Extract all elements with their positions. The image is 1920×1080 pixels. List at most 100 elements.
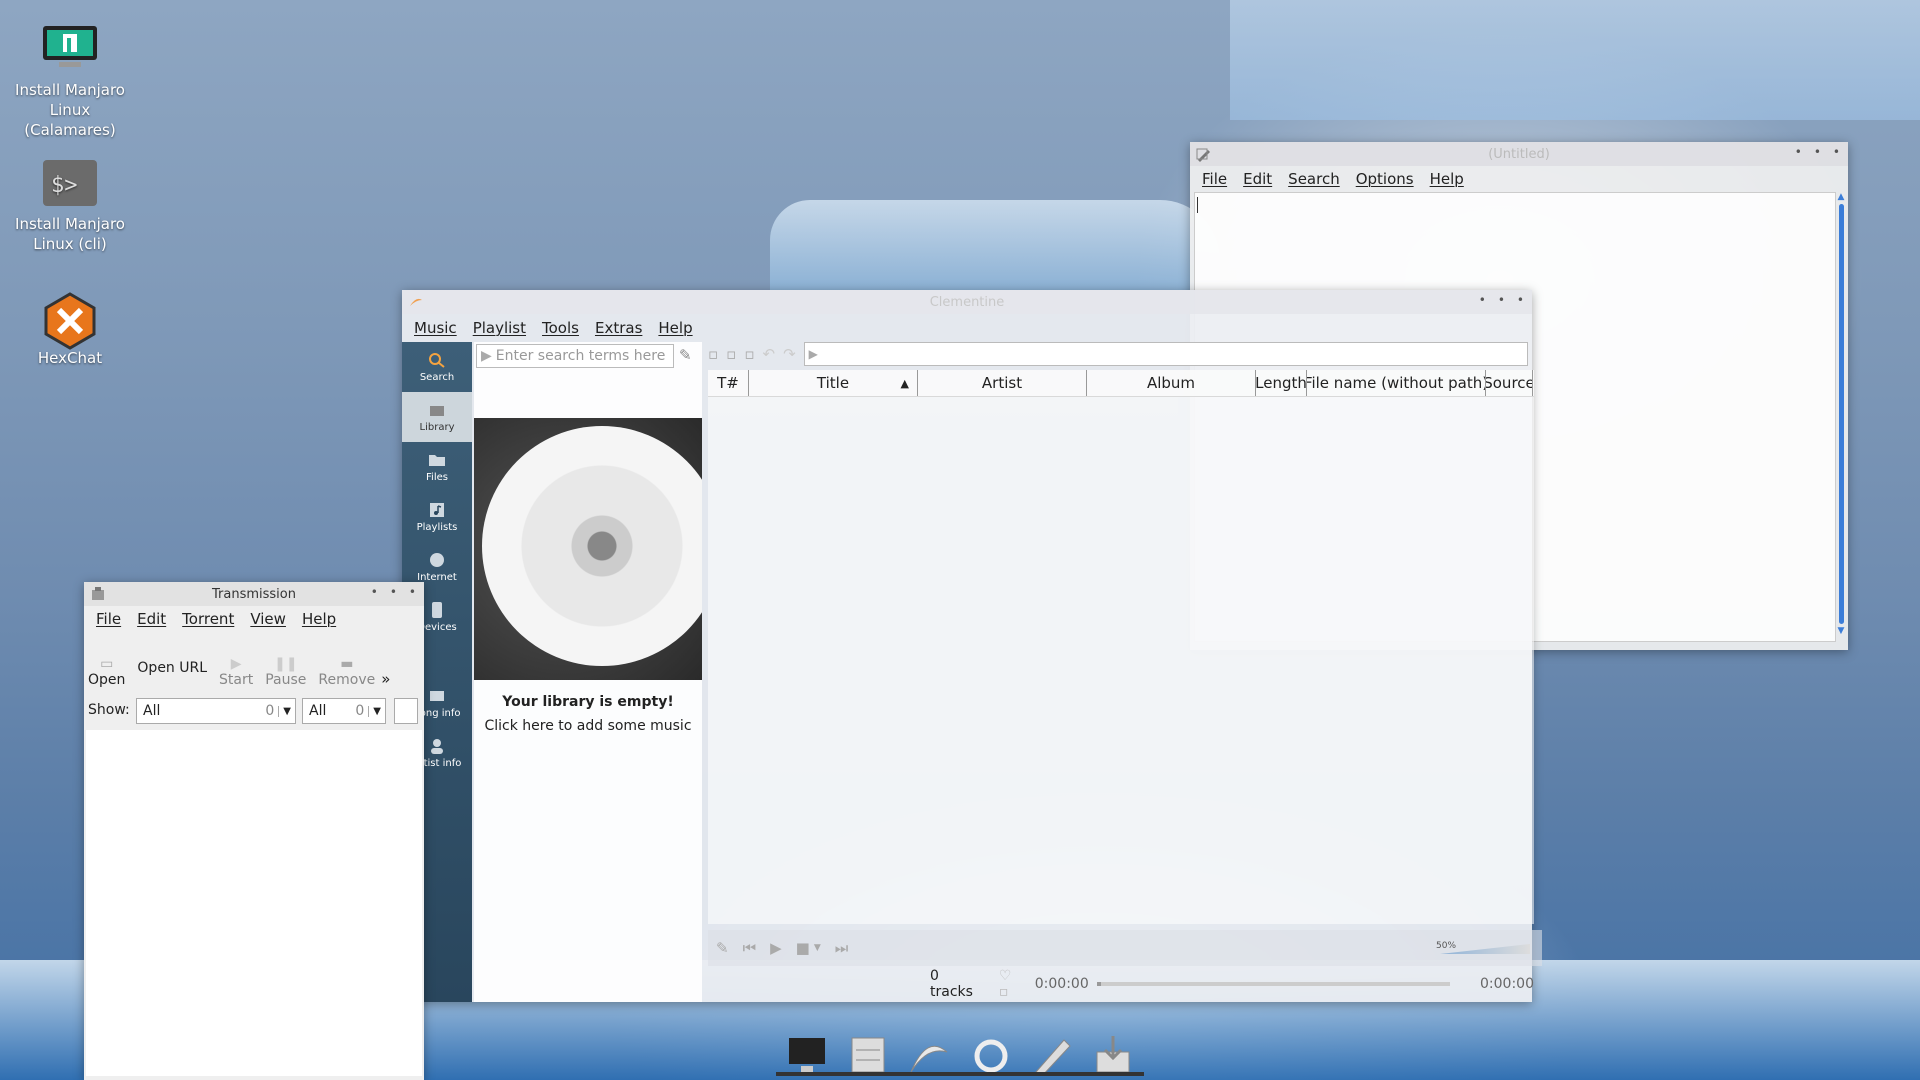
playlist-view[interactable] [708, 396, 1534, 924]
seek-slider[interactable] [1096, 982, 1451, 986]
library-search-box[interactable]: ▶ Enter search terms here [476, 344, 674, 368]
next-track-icon[interactable]: ⏭ [835, 939, 849, 957]
column-source[interactable]: Source [1486, 370, 1533, 396]
sidebar-item-search[interactable]: Search [402, 342, 472, 392]
editor-menu-search[interactable]: Search [1282, 168, 1346, 190]
start-button[interactable]: ▶ Start [219, 656, 253, 688]
time-elapsed: 0:00:00 [1034, 976, 1089, 992]
volume-slider[interactable]: 50% [1436, 934, 1536, 962]
pause-button[interactable]: ❚❚ Pause [265, 656, 306, 688]
clementine-menu-help[interactable]: Help [652, 317, 698, 339]
sidebar-item-playlists[interactable]: Playlists [402, 492, 472, 542]
column-artist[interactable]: Artist [918, 370, 1087, 396]
show-filter-label: Show: [88, 702, 130, 718]
folder-icon [428, 452, 446, 468]
undo-icon[interactable]: ↶ [763, 345, 776, 363]
transmission-menu-torrent[interactable]: Torrent [176, 608, 240, 630]
play-icon[interactable]: ▶ [770, 939, 782, 957]
editor-titlebar[interactable]: (Untitled) • • • [1190, 142, 1848, 166]
minimize-icon[interactable]: • [1479, 293, 1486, 307]
column-album[interactable]: Album [1087, 370, 1256, 396]
album-art-panel [474, 418, 702, 680]
desktop-icon-install-cli[interactable]: $> Install Manjaro Linux (cli) [0, 158, 140, 254]
lastfm-icons[interactable]: ♡ ▫ [999, 968, 1025, 1000]
playlist-toolbar: ▫ ▫ ▫ ↶ ↷ ▶ [708, 342, 1528, 366]
hexchat-icon [41, 292, 99, 350]
playlist-settings-icon[interactable]: ✎ [716, 939, 729, 957]
chevron-down-icon: ▼ [368, 705, 385, 717]
close-icon[interactable]: • [409, 585, 416, 599]
time-total: 0:00:00 [1480, 976, 1534, 992]
close-icon[interactable]: • [1833, 145, 1840, 159]
save-playlist-icon[interactable]: ▫ [744, 345, 754, 363]
search-icon [428, 352, 446, 368]
library-config-icon[interactable]: ✎ [679, 346, 692, 364]
editor-scrollbar[interactable]: ▲ ▼ [1836, 192, 1846, 640]
editor-app-icon [1196, 146, 1212, 162]
clementine-titlebar[interactable]: Clementine • • • [402, 290, 1532, 314]
minimize-icon[interactable]: • [1795, 145, 1802, 159]
volume-percent-label: 50% [1436, 941, 1457, 951]
open-button[interactable]: ▭ Open [88, 656, 125, 688]
search-field-icon: ▶ [481, 348, 492, 364]
toolbar-overflow-button[interactable]: » [381, 670, 390, 688]
artist-icon [428, 738, 446, 754]
transmission-menu-file[interactable]: File [90, 608, 127, 630]
scrollbar-down-arrow[interactable]: ▼ [1836, 626, 1846, 636]
clementine-menu-extras[interactable]: Extras [589, 317, 648, 339]
stop-icon[interactable]: ■ [796, 939, 810, 957]
playlist-icon [428, 502, 446, 518]
new-playlist-icon[interactable]: ▫ [708, 345, 718, 363]
activity-filter-select[interactable]: All 0 ▼ [136, 698, 296, 724]
torrent-list[interactable] [86, 730, 422, 1076]
maximize-icon[interactable]: • [1498, 293, 1505, 307]
transmission-titlebar[interactable]: Transmission • • • [84, 582, 424, 606]
wallpaper-iceberg [1230, 0, 1920, 120]
installer-monitor-icon [41, 24, 99, 74]
scrollbar-thumb[interactable] [1838, 204, 1844, 624]
desktop-icon-label: Install Manjaro Linux (Calamares) [15, 81, 125, 139]
maximize-icon[interactable]: • [1814, 145, 1821, 159]
clementine-menu-tools[interactable]: Tools [536, 317, 585, 339]
editor-menu-options[interactable]: Options [1350, 168, 1420, 190]
remove-button[interactable]: ▬ Remove [318, 656, 375, 688]
playlist-filter-input[interactable]: ▶ [803, 342, 1528, 366]
desktop-icon-label: HexChat [37, 349, 103, 367]
editor-menu-help[interactable]: Help [1424, 168, 1470, 190]
transmission-menu-edit[interactable]: Edit [131, 608, 172, 630]
library-add-music-link[interactable]: Click here to add some music [474, 718, 702, 734]
open-url-button[interactable]: Open URL [137, 648, 207, 688]
column-filename[interactable]: File name (without path) [1307, 370, 1486, 396]
tracker-filter-select[interactable]: All 0 ▼ [302, 698, 386, 724]
terminal-icon: $> [41, 158, 99, 208]
sidebar-item-files[interactable]: Files [402, 442, 472, 492]
minimize-icon[interactable]: • [371, 585, 378, 599]
song-info-icon [428, 688, 446, 704]
redo-icon[interactable]: ↷ [783, 345, 796, 363]
previous-track-icon[interactable]: ⏮ [743, 939, 757, 957]
maximize-icon[interactable]: • [390, 585, 397, 599]
library-panel: ▶ Enter search terms here ✎ Your library… [474, 342, 702, 1002]
editor-menu-edit[interactable]: Edit [1237, 168, 1278, 190]
close-icon[interactable]: • [1517, 293, 1524, 307]
scrollbar-up-arrow[interactable]: ▲ [1836, 192, 1846, 202]
taskbar-underline [776, 1072, 1144, 1076]
clementine-menu-playlist[interactable]: Playlist [467, 317, 532, 339]
desktop-icon-install-calamares[interactable]: Install Manjaro Linux (Calamares) [0, 24, 140, 140]
editor-menu-file[interactable]: File [1196, 168, 1233, 190]
library-search-placeholder: Enter search terms here [495, 348, 666, 364]
remove-icon: ▬ [340, 656, 354, 672]
column-track-number[interactable]: T# [708, 370, 749, 396]
clementine-menu-music[interactable]: Music [408, 317, 463, 339]
stop-menu-chevron-icon[interactable]: ▼ [814, 943, 821, 953]
column-title[interactable]: Title ▲ [749, 370, 918, 396]
transmission-menu-help[interactable]: Help [296, 608, 342, 630]
sidebar-item-library[interactable]: Library [402, 392, 472, 442]
svg-text:$>: $> [51, 173, 78, 198]
column-length[interactable]: Length [1256, 370, 1307, 396]
transmission-app-icon [90, 586, 106, 602]
transmission-menu-view[interactable]: View [244, 608, 292, 630]
load-playlist-icon[interactable]: ▫ [726, 345, 736, 363]
desktop-icon-hexchat[interactable]: HexChat [0, 292, 140, 368]
torrent-search-input[interactable] [394, 698, 418, 724]
